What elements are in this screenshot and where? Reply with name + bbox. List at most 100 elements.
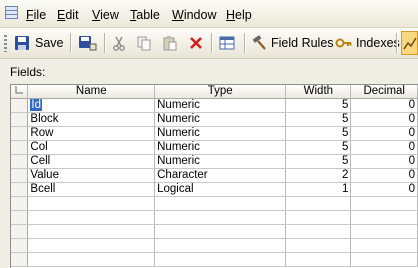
scissors-icon [113,36,125,51]
cell-decimal[interactable]: 0 [350,182,418,197]
menu-file-rest: ile [33,8,47,22]
cell-name[interactable]: Col [27,140,156,155]
cell-decimal[interactable]: 0 [350,112,418,127]
menu-edit[interactable]: Edit [57,8,79,22]
column-header-width[interactable]: Width [285,85,352,99]
table-row[interactable]: Cell Numeric 5 0 [11,154,418,169]
cell-name[interactable]: Row [27,126,156,141]
chart-button[interactable] [401,31,418,55]
table-row[interactable]: Bcell Logical 1 0 [11,182,418,197]
field-rules-label: Field Rules [271,36,334,50]
cell-type[interactable] [154,224,287,239]
cell-name[interactable]: Cell [27,154,156,169]
cell-name[interactable]: Block [27,112,156,127]
cell-width[interactable] [285,224,352,239]
cell-type[interactable]: Numeric [154,154,287,169]
key-icon [335,38,352,48]
save-structure-button[interactable] [78,33,98,53]
copy-button[interactable] [136,33,152,53]
indexes-button[interactable]: Indexes [335,33,400,53]
cell-name[interactable] [27,252,156,267]
menu-bar: File Edit View Table Window Help [0,0,418,28]
toolbar: Save Field Rules Indexes [0,28,418,59]
select-all-icon[interactable] [15,85,24,94]
cell-type[interactable] [154,210,287,225]
cell-name[interactable] [27,196,156,211]
menu-help[interactable]: Help [226,8,252,22]
cell-decimal[interactable] [350,238,418,253]
row-indicator [11,98,29,113]
cell-type[interactable]: Numeric [154,126,287,141]
cell-width[interactable]: 1 [285,182,352,197]
cell-decimal[interactable]: 0 [350,126,418,141]
table-row[interactable]: Row Numeric 5 0 [11,126,418,141]
toolbar-separator [211,33,213,53]
cell-decimal[interactable]: 0 [350,168,418,183]
cell-width[interactable] [285,196,352,211]
field-rules-button[interactable]: Field Rules [251,33,334,53]
cell-type[interactable]: Numeric [154,112,287,127]
row-indicator [11,112,29,127]
delete-button[interactable] [188,33,204,53]
cell-name[interactable]: Id [27,98,156,113]
menu-file[interactable]: File [26,8,46,22]
cell-type[interactable] [154,196,287,211]
cell-type[interactable] [154,238,287,253]
cell-decimal[interactable]: 0 [350,98,418,113]
cell-decimal[interactable] [350,210,418,225]
table-row[interactable] [11,238,418,253]
table-row[interactable]: Col Numeric 5 0 [11,140,418,155]
cut-button[interactable] [111,33,127,53]
cell-type[interactable]: Numeric [154,140,287,155]
cell-name[interactable] [27,210,156,225]
row-indicator [11,140,29,155]
cell-width[interactable] [285,252,352,267]
table-row[interactable] [11,224,418,239]
cell-width[interactable] [285,238,352,253]
toolbar-grip[interactable] [4,35,7,52]
cell-width[interactable]: 5 [285,126,352,141]
cell-name[interactable]: Value [27,168,156,183]
column-header-decimal[interactable]: Decimal [350,85,418,99]
cell-type[interactable] [154,252,287,267]
cell-width[interactable]: 5 [285,140,352,155]
menu-table[interactable]: Table [130,8,160,22]
paste-button[interactable] [162,33,178,53]
table-window-icon[interactable] [5,6,18,19]
cell-name[interactable] [27,224,156,239]
menu-window[interactable]: Window [172,8,216,22]
cell-decimal[interactable] [350,252,418,267]
table-properties-button[interactable] [219,33,235,53]
cell-type[interactable]: Logical [154,182,287,197]
cell-width[interactable]: 5 [285,98,352,113]
table-row[interactable] [11,196,418,211]
row-indicator [11,252,29,267]
table-row[interactable] [11,210,418,225]
save-button[interactable]: Save [14,33,64,53]
cell-width[interactable]: 2 [285,168,352,183]
cell-width[interactable]: 5 [285,112,352,127]
cell-width[interactable]: 5 [285,154,352,169]
cell-width[interactable] [285,210,352,225]
column-header-name[interactable]: Name [27,85,156,99]
toolbar-separator [396,33,398,53]
table-row[interactable]: Value Character 2 0 [11,168,418,183]
cell-type[interactable]: Numeric [154,98,287,113]
table-row[interactable]: Block Numeric 5 0 [11,112,418,127]
cell-decimal[interactable]: 0 [350,140,418,155]
cell-decimal[interactable] [350,196,418,211]
row-indicator [11,126,29,141]
cell-name[interactable] [27,238,156,253]
cell-decimal[interactable]: 0 [350,154,418,169]
menu-help-rest: elp [235,8,252,22]
table-row[interactable]: Id Numeric 5 0 [11,98,418,113]
table-row[interactable] [11,252,418,267]
row-indicator [11,210,29,225]
menu-view[interactable]: View [92,8,119,22]
cell-decimal[interactable] [350,224,418,239]
hammer-icon [252,35,266,50]
cell-type[interactable]: Character [154,168,287,183]
fields-grid[interactable]: Name Type Width Decimal Id Numeric 5 0 Block… [10,84,418,268]
column-header-type[interactable]: Type [154,85,287,99]
cell-name[interactable]: Bcell [27,182,156,197]
